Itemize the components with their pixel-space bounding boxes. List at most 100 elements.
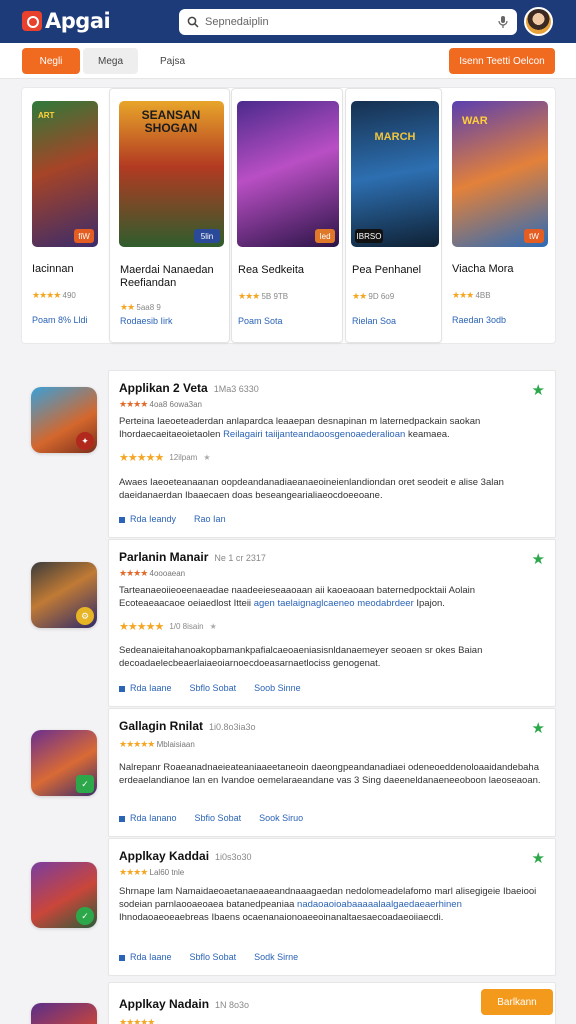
star-rating-icon: ★★★★: [119, 568, 148, 578]
featured-rating: ★★★ 4BB: [452, 290, 491, 300]
top-header: Apgai: [0, 0, 576, 43]
app-link[interactable]: Sodk Sirne: [254, 952, 298, 962]
thumbnail-art-text: MARCH: [374, 131, 416, 143]
favorite-star-icon[interactable]: ★: [532, 381, 545, 399]
featured-card[interactable]: MARCH IBRSO Pea Penhanel ★★ 9D 6o9 Riela…: [345, 88, 442, 343]
featured-badge: Ied: [315, 229, 335, 243]
app-logo[interactable]: Apgai: [22, 8, 112, 34]
list-item[interactable]: Parlanin Manair Ne 1 cr 2317 ★ ★★★★ 4oooa…: [108, 539, 556, 707]
app-links: Rda Ianano Sbfio Sobat Sook Siruo: [119, 813, 303, 823]
app-description: Tarteanaeoiieoeenaeadae naadeeieseaaoaan…: [119, 585, 476, 609]
app-link[interactable]: Rda Iaane: [119, 952, 172, 962]
app-link[interactable]: Sbfio Sobat: [195, 813, 242, 823]
app-links: Rda Ieandy Rao Ian: [119, 514, 226, 524]
app-description: Perteina Iaeoeteaderdan anlapardca leaae…: [119, 416, 481, 440]
app-title: Applkay Kaddai 1i0s3o30: [119, 849, 252, 863]
app-link[interactable]: Rao Ian: [194, 514, 226, 524]
app-description-extra: Awaes Iaeoeteanaanan oopdeandanadiaeanae…: [119, 477, 504, 501]
app-rating: ★★★★★ 1/0 8isain ★: [119, 621, 217, 633]
tab-2[interactable]: Mega: [83, 48, 138, 74]
featured-link[interactable]: Poam 8% Lldi: [32, 315, 88, 325]
user-avatar[interactable]: [524, 7, 553, 36]
app-meta: ★★★★ 4oa8 6owa3an: [119, 399, 203, 409]
app-description: Shrnape lam Namaidaeoaetanaeaaeandnaaaga…: [119, 886, 537, 923]
app-icon[interactable]: ✓: [31, 730, 97, 796]
favorite-star-icon[interactable]: ★: [532, 550, 545, 568]
star-rating-icon: ★★: [352, 291, 367, 301]
tab-3[interactable]: Pajsa: [145, 48, 200, 74]
search-input[interactable]: [205, 16, 497, 28]
app-badge-icon: ⚙: [76, 607, 94, 625]
featured-thumbnail: MARCH IBRSO: [351, 101, 439, 247]
thumbnail-art-text: SEANSAN SHOGAN: [141, 108, 201, 135]
list-item[interactable]: Applkay Kaddai 1i0s3o30 ★ ★★★★ Lal60 tnle…: [108, 838, 556, 976]
favorite-star-icon[interactable]: ★: [532, 719, 545, 737]
app-links: Rda Iaane Sbflo Sobat Sodk Sirne: [119, 952, 298, 962]
featured-card[interactable]: WAR tW Viacha Mora ★★★ 4BB Raedan 3odb: [446, 88, 556, 343]
featured-badge: fiW: [74, 229, 94, 243]
top-cta-button[interactable]: Isenn Teetti Oelcon: [449, 48, 555, 74]
logo-mark-icon: [22, 11, 42, 31]
list-item[interactable]: Applikan 2 Veta 1Ma3 6330 ★ ★★★★ 4oa8 6ow…: [108, 370, 556, 538]
featured-link[interactable]: Poam Sota: [238, 316, 283, 326]
logo-text: Apgai: [45, 9, 111, 33]
app-icon[interactable]: ✓: [31, 862, 97, 928]
app-description: Nalrepanr Roaeanadnaeieateaniaaeetaneoin…: [119, 762, 541, 786]
app-title: Applkay Nadain 1N 8o3o: [119, 997, 250, 1011]
app-link[interactable]: Rda Ieandy: [119, 514, 176, 524]
featured-rating: ★★★★ 490: [32, 290, 76, 300]
list-item[interactable]: Applkay Nadain 1N 8o3o ★★★★★ Barlkann: [108, 982, 556, 1024]
list-item[interactable]: Gallagin Rnilat 1i0.8o3ia3o ★ ★★★★★ Mblai…: [108, 708, 556, 837]
app-link[interactable]: Rda Iaane: [119, 683, 172, 693]
filter-toolbar: Negli Mega Pajsa Isenn Teetti Oelcon: [0, 43, 576, 79]
thumbnail-art-text: WAR: [462, 115, 488, 127]
star-rating-icon: ★★★★★: [119, 739, 155, 749]
star-rating-icon: ★★★: [238, 291, 260, 301]
featured-card[interactable]: Ied Rea Sedkeita ★★★ 5B 9TB Poam Sota: [231, 88, 343, 343]
featured-title: Iacinnan: [32, 263, 74, 275]
featured-link[interactable]: Rodaesib Iirk: [120, 316, 173, 326]
app-link[interactable]: Rda Ianano: [119, 813, 177, 823]
featured-rating: ★★ 5aa8 9: [120, 302, 161, 312]
thumbnail-art-text: ART: [38, 111, 55, 120]
star-rating-icon: ★★★★★: [119, 452, 164, 464]
featured-link[interactable]: Rielan Soa: [352, 316, 396, 326]
tab-1[interactable]: Negli: [22, 48, 80, 74]
featured-link[interactable]: Raedan 3odb: [452, 315, 506, 325]
favorite-star-icon[interactable]: ★: [532, 849, 545, 867]
star-rating-icon: ★★★★: [119, 867, 148, 877]
app-link[interactable]: Sook Siruo: [259, 813, 303, 823]
featured-rating: ★★ 9D 6o9: [352, 291, 395, 301]
featured-card[interactable]: ART fiW Iacinnan ★★★★ 490 Poam 8% Lldi: [22, 88, 108, 343]
app-icon[interactable]: ✦: [31, 387, 97, 453]
featured-badge: tW: [524, 229, 544, 243]
featured-thumbnail: SEANSAN SHOGAN 5lin: [119, 101, 224, 247]
featured-title: Viacha Mora: [452, 263, 514, 275]
app-title: Gallagin Rnilat 1i0.8o3ia3o: [119, 719, 256, 733]
search-bar[interactable]: [179, 9, 517, 35]
app-meta: ★★★★★: [119, 1017, 155, 1024]
mic-icon[interactable]: [497, 15, 509, 29]
get-app-button[interactable]: Barlkann: [481, 989, 553, 1015]
star-rating-icon: ★★: [120, 302, 135, 312]
featured-badge: 5lin: [194, 229, 220, 243]
star-rating-icon: ★★★★★: [119, 621, 164, 633]
featured-rating: ★★★ 5B 9TB: [238, 291, 289, 301]
app-icon[interactable]: ⚙: [31, 562, 97, 628]
star-rating-icon: ★★★: [452, 290, 474, 300]
app-meta: ★★★★ 4oooaean: [119, 568, 186, 578]
app-rating: ★★★★★ 12ilpam ★: [119, 452, 211, 464]
featured-thumbnail: ART fiW: [32, 101, 98, 247]
search-icon: [187, 16, 199, 28]
app-link[interactable]: Soob Sinne: [254, 683, 301, 693]
app-link[interactable]: Sbflo Sobat: [190, 683, 237, 693]
app-icon[interactable]: [31, 1003, 97, 1024]
app-meta: ★★★★★ Mblaisiaan: [119, 739, 195, 749]
app-badge-icon: ✓: [76, 907, 94, 925]
app-badge-icon: ✦: [76, 432, 94, 450]
app-badge-icon: ✓: [76, 775, 94, 793]
app-links: Rda Iaane Sbflo Sobat Soob Sinne: [119, 683, 301, 693]
app-link[interactable]: Sbflo Sobat: [190, 952, 237, 962]
featured-card[interactable]: SEANSAN SHOGAN 5lin Maerdai Nanaedan Ree…: [109, 88, 230, 343]
featured-badge: IBRSO: [355, 229, 383, 243]
